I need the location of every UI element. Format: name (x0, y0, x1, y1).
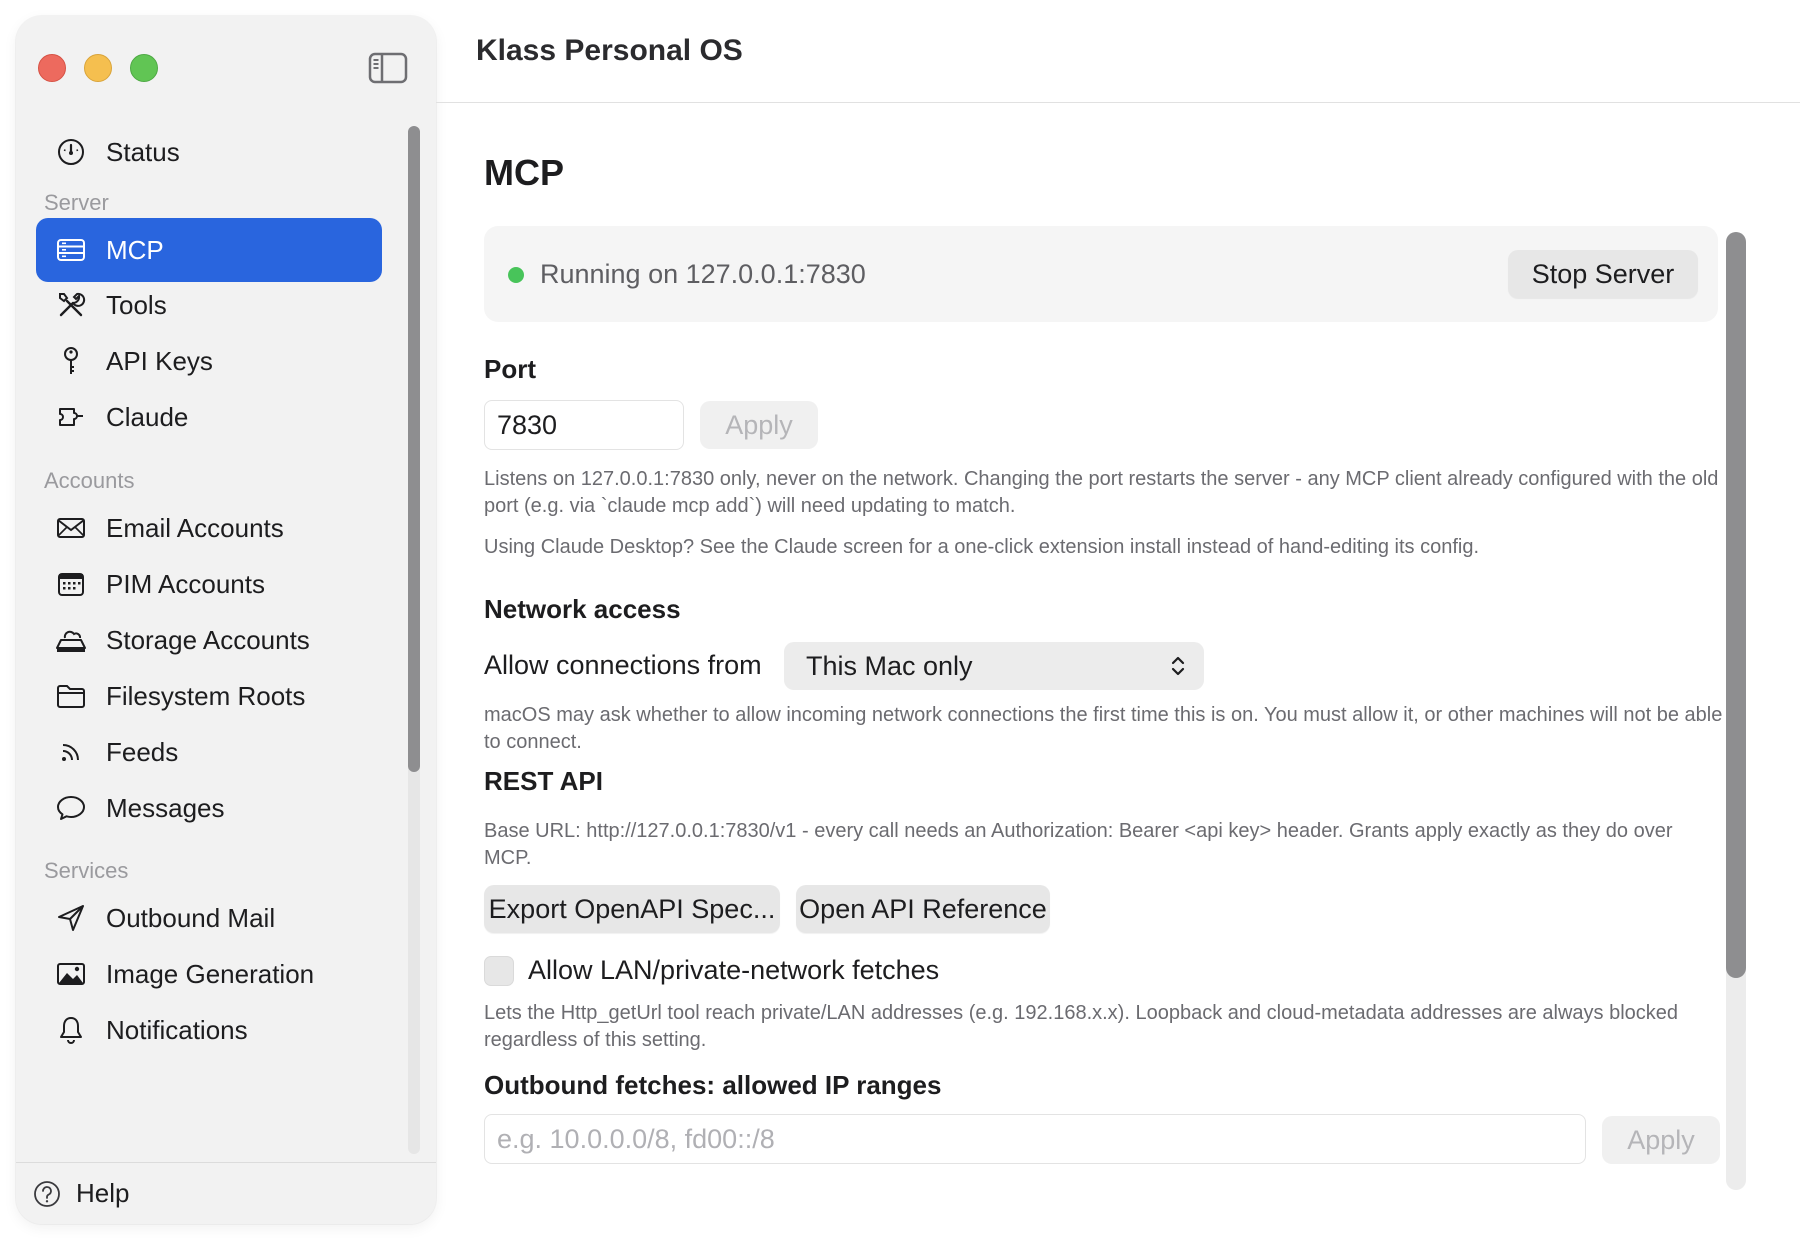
sidebar-item-status[interactable]: Status (36, 120, 382, 184)
sidebar-scrollbar-thumb[interactable] (408, 126, 420, 772)
sidebar-item-pim-accounts[interactable]: PIM Accounts (36, 552, 382, 616)
main-content: MCP Running on 127.0.0.1:7830 Stop Serve… (436, 104, 1800, 1192)
status-text: Running on 127.0.0.1:7830 (540, 259, 866, 289)
server-status-card: Running on 127.0.0.1:7830 Stop Server (484, 226, 1718, 322)
bell-icon (54, 1013, 88, 1047)
port-apply-button[interactable]: Apply (700, 401, 818, 449)
open-api-reference-button[interactable]: Open API Reference (796, 885, 1050, 933)
calendar-icon (54, 567, 88, 601)
rest-api-description: Base URL: http://127.0.0.1:7830/v1 - eve… (484, 820, 1673, 869)
network-access-heading: Network access (484, 594, 681, 624)
allow-connections-value: This Mac only (806, 650, 973, 681)
claude-desktop-hint: Using Claude Desktop? See the Claude scr… (484, 536, 1480, 558)
sidebar-scrollbar[interactable] (408, 126, 420, 1154)
lan-description: Lets the Http_getUrl tool reach private/… (484, 1002, 1679, 1051)
page-title: MCP (484, 152, 564, 193)
sidebar-item-label: MCP (106, 234, 164, 265)
export-openapi-button[interactable]: Export OpenAPI Spec... (484, 885, 780, 933)
sidebar-item-label: Filesystem Roots (106, 680, 306, 711)
allowed-ip-ranges-input[interactable]: e.g. 10.0.0.0/8, fd00::/8 (484, 1114, 1586, 1164)
app-title: Klass Personal OS (476, 34, 743, 67)
window-controls (38, 54, 158, 82)
allow-connections-select[interactable]: This Mac only (784, 642, 1204, 690)
outbound-ranges-heading: Outbound fetches: allowed IP ranges (484, 1070, 942, 1100)
stop-server-button[interactable]: Stop Server (1508, 250, 1698, 298)
allow-connections-label: Allow connections from (484, 650, 762, 680)
sidebar-item-outbound-mail[interactable]: Outbound Mail (36, 886, 382, 950)
sidebar-item-claude[interactable]: Claude (36, 385, 382, 449)
allow-lan-label[interactable]: Allow LAN/private-network fetches (528, 955, 939, 986)
app-window: Status Server MCP Tools API Keys Claude … (0, 0, 1800, 1240)
help-button[interactable]: Help (16, 1162, 436, 1224)
cloud-drive-icon (54, 623, 88, 657)
sidebar-item-image-generation[interactable]: Image Generation (36, 942, 382, 1006)
sidebar-item-tools[interactable]: Tools (36, 273, 382, 337)
sidebar-item-label: Feeds (106, 736, 179, 767)
sidebar-item-label: Storage Accounts (106, 624, 310, 655)
question-circle-icon (32, 1179, 62, 1209)
sidebar-item-label: Image Generation (106, 958, 315, 989)
status-indicator (508, 267, 524, 283)
sidebar-toggle-icon[interactable] (368, 52, 408, 84)
ip-ranges-apply-button[interactable]: Apply (1602, 1116, 1720, 1164)
minimize-window-button[interactable] (84, 54, 112, 82)
main-scrollbar-thumb[interactable] (1726, 232, 1746, 978)
rest-api-heading: REST API (484, 766, 603, 796)
port-description: Listens on 127.0.0.1:7830 only, never on… (484, 468, 1719, 517)
sidebar-item-api-keys[interactable]: API Keys (36, 329, 382, 393)
speech-bubble-icon (54, 791, 88, 825)
sidebar-item-messages[interactable]: Messages (36, 776, 382, 840)
sidebar: Status Server MCP Tools API Keys Claude … (16, 16, 436, 1224)
sidebar-item-label: Notifications (106, 1014, 248, 1045)
sidebar-item-label: Outbound Mail (106, 902, 276, 933)
section-title-server: Server (44, 190, 109, 215)
sidebar-item-label: Status (106, 136, 180, 167)
sidebar-item-notifications[interactable]: Notifications (36, 998, 382, 1062)
updown-chevron-icon (1168, 652, 1188, 680)
section-title-services: Services (44, 858, 129, 883)
help-label: Help (76, 1178, 130, 1208)
tools-icon (54, 288, 88, 322)
sidebar-item-label: Claude (106, 401, 189, 432)
title-bar: Klass Personal OS (436, 0, 1800, 103)
sidebar-item-label: API Keys (106, 345, 213, 376)
network-description: macOS may ask whether to allow incoming … (484, 704, 1723, 753)
sidebar-item-label: Email Accounts (106, 512, 284, 543)
sidebar-item-label: Messages (106, 792, 225, 823)
section-title-accounts: Accounts (44, 468, 135, 493)
image-icon (54, 957, 88, 991)
close-window-button[interactable] (38, 54, 66, 82)
port-input[interactable]: 7830 (484, 400, 684, 450)
sidebar-item-label: PIM Accounts (106, 568, 265, 599)
server-icon (54, 233, 88, 267)
gauge-icon (54, 135, 88, 169)
envelope-icon (54, 511, 88, 545)
sidebar-nav: Status Server MCP Tools API Keys Claude … (16, 106, 436, 1176)
sidebar-item-email-accounts[interactable]: Email Accounts (36, 496, 382, 560)
rss-icon (54, 735, 88, 769)
allow-lan-checkbox[interactable] (484, 956, 514, 986)
sidebar-item-storage-accounts[interactable]: Storage Accounts (36, 608, 382, 672)
sidebar-item-filesystem-roots[interactable]: Filesystem Roots (36, 664, 382, 728)
main-scrollbar[interactable] (1726, 232, 1746, 1190)
plug-icon (54, 400, 88, 434)
zoom-window-button[interactable] (130, 54, 158, 82)
paper-plane-icon (54, 901, 88, 935)
port-heading: Port (484, 354, 536, 384)
sidebar-item-label: Tools (106, 289, 167, 320)
key-icon (54, 344, 88, 378)
folder-icon (54, 679, 88, 713)
sidebar-item-feeds[interactable]: Feeds (36, 720, 382, 784)
